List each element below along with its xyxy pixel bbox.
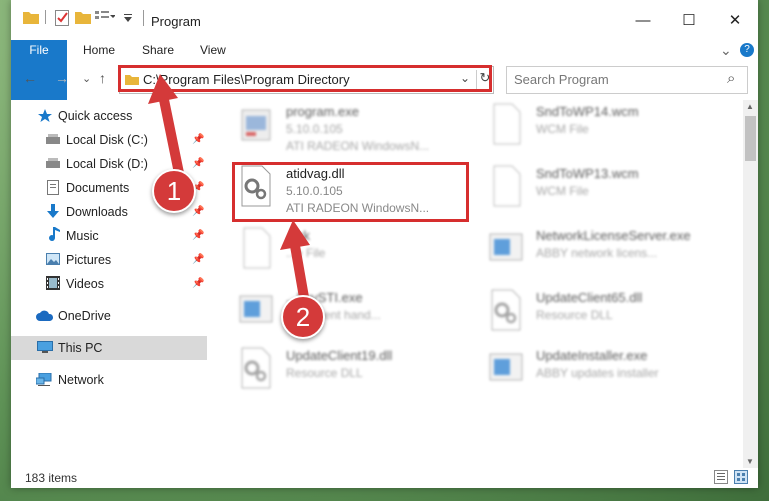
arrow-1	[157, 85, 185, 183]
annotation-arrows	[148, 74, 310, 308]
arrow-2-head	[280, 220, 310, 250]
arrow-2	[289, 235, 310, 308]
step-badge-2: 2	[281, 295, 325, 339]
step-badge-1: 1	[152, 169, 196, 213]
arrow-1-head	[148, 74, 178, 104]
